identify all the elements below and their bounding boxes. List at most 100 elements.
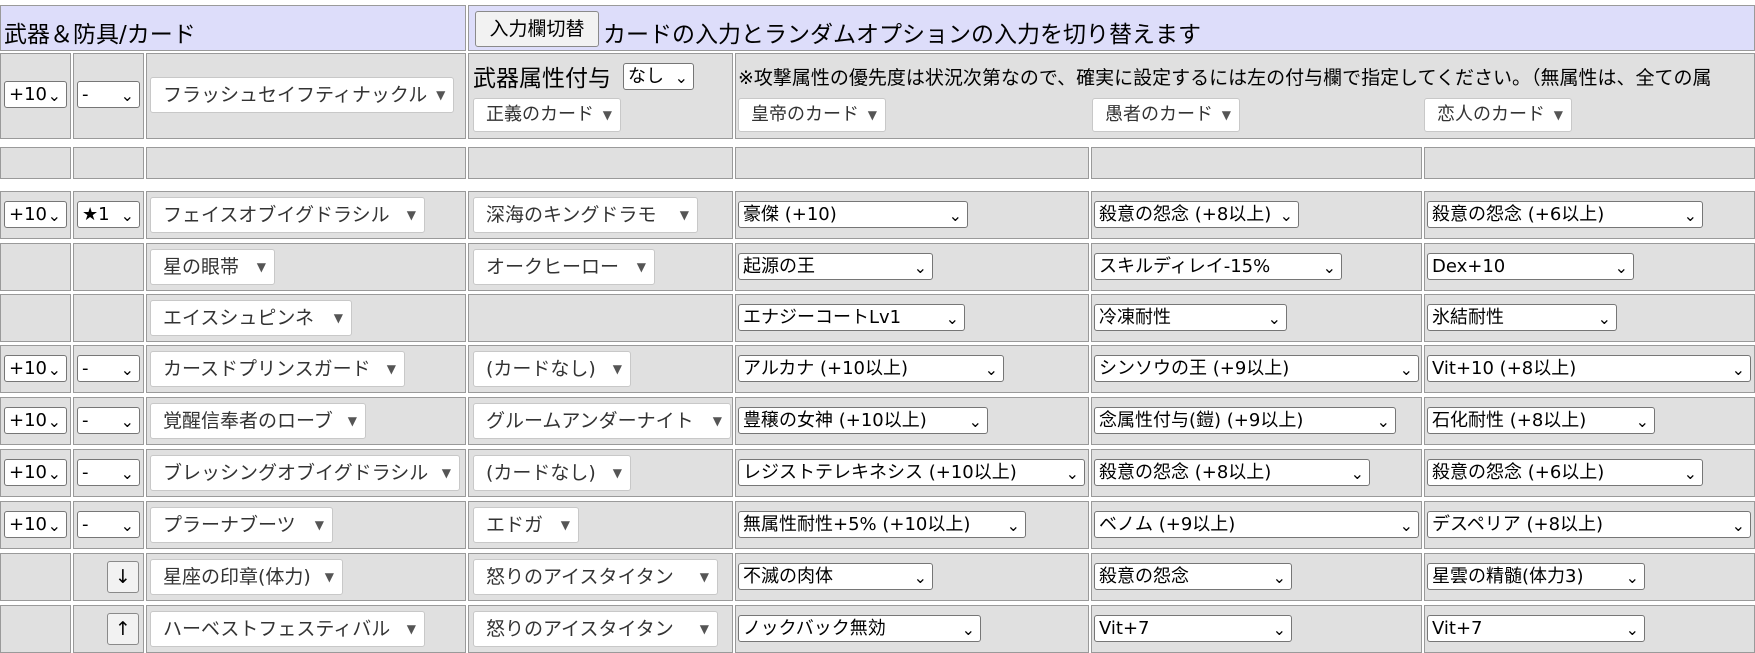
toggle-cell: 入力欄切替 カードの入力とランダムオプションの入力を切り替えます [468,5,1755,51]
weapon-name-dropdown[interactable]: フラッシュセイフティナックル ▼ [150,77,455,113]
equipment-name-dropdown[interactable]: カースドプリンスガード ▼ [150,351,405,387]
equipment-name-dropdown[interactable]: ブレッシングオブイグドラシル ▼ [150,455,460,491]
random-option-select[interactable]: エナジーコートLv1 ⌄ [738,304,965,331]
equipment-name-dropdown[interactable]: エイスシュピンネ ▼ [150,300,352,336]
random-option-select[interactable]: スキルディレイ-15% ⌄ [1094,253,1342,280]
chevron-down-icon: ⌄ [47,206,61,225]
random-option-value: Dex+10 [1432,256,1506,277]
random-option-select[interactable]: 豊穣の女神 (+10以上) ⌄ [738,407,988,434]
card-dropdown[interactable]: (カードなし) ▼ [473,351,631,387]
move-down-button[interactable]: ↓ [107,561,139,593]
random-option-select[interactable]: レジストテレキネシス (+10以上) ⌄ [738,459,1085,486]
weapon-refine-cell: +10 ⌄ [0,53,71,139]
grade-value: ★1 [82,204,110,225]
equipment-name-dropdown[interactable]: 星の眼帯 ▼ [150,249,275,285]
equipment-name-dropdown[interactable]: 覚醒信奉者のローブ ▼ [150,403,366,439]
grade-select[interactable]: - ⌄ [77,459,140,486]
random-option-select[interactable]: 石化耐性 (+8以上) ⌄ [1427,407,1655,434]
move-up-button[interactable]: ↑ [107,613,139,645]
card-dropdown[interactable]: (カードなし) ▼ [473,455,631,491]
weapon-refine-value: +10 [9,84,47,105]
arrow-up-icon: ↑ [115,618,131,640]
random-option-cell: デスペリア (+8以上) ⌄ [1424,501,1755,549]
random-option-cell: Vit+7 ⌄ [1424,605,1755,653]
equipment-name-dropdown[interactable]: ハーベストフェスティバル ▼ [150,611,425,647]
weapon-card-3[interactable]: 愚者のカード ▼ [1092,98,1240,132]
random-option-select[interactable]: 念属性付与(鎧) (+9以上) ⌄ [1094,407,1396,434]
refine-select[interactable]: +10 ⌄ [4,201,67,228]
weapon-card-2[interactable]: 皇帝のカード ▼ [738,98,886,132]
card-dropdown[interactable]: 怒りのアイスタイタン ▼ [473,559,718,595]
card-dropdown[interactable]: グルームアンダーナイト ▼ [473,403,731,439]
random-option-select[interactable]: 殺意の怨念 (+6以上) ⌄ [1427,459,1703,486]
random-option-cell: 豊穣の女神 (+10以上) ⌄ [735,397,1089,445]
weapon-grade-select[interactable]: - ⌄ [77,81,140,108]
random-option-select[interactable]: 殺意の怨念 (+8以上) ⌄ [1094,459,1370,486]
random-option-select[interactable]: 殺意の怨念 (+6以上) ⌄ [1427,201,1703,228]
grade-select[interactable]: - ⌄ [77,511,140,538]
refine-cell [0,294,71,342]
random-option-select[interactable]: Dex+10 ⌄ [1427,253,1634,280]
random-option-select[interactable]: 氷結耐性 ⌄ [1427,304,1617,331]
grade-select[interactable]: - ⌄ [77,407,140,434]
random-option-select[interactable]: Vit+7 ⌄ [1427,615,1645,642]
refine-select[interactable]: +10 ⌄ [4,407,67,434]
random-option-select[interactable]: 冷凍耐性 ⌄ [1094,304,1287,331]
weapon-element-value: なし [628,66,664,87]
weapon-note: ※攻撃属性の優先度は状況次第なので、確実に設定するには左の付与欄で指定してくださ… [738,67,1712,89]
weapon-card-4[interactable]: 恋人のカード ▼ [1424,98,1572,132]
equipment-row: +10 ⌄ - ⌄ ブレッシングオブイグドラシル ▼ (カードなし) ▼ レジストテレキネシス … [0,449,1755,497]
chevron-down-icon: ⌄ [47,86,61,105]
chevron-down-icon: ⌄ [120,412,134,431]
refine-select[interactable]: +10 ⌄ [4,459,67,486]
random-option-select[interactable]: 起源の王 ⌄ [738,253,933,280]
card-dropdown[interactable]: 深海のキングドラモ ▼ [473,197,698,233]
random-option-select[interactable]: 豪傑 (+10) ⌄ [738,201,968,228]
card-dropdown[interactable]: エドガ ▼ [473,507,579,543]
equipment-name-cell: 星座の印章(体力) ▼ [146,553,466,601]
random-option-value: 氷結耐性 [1432,307,1504,328]
weapon-card-2-label: 皇帝のカード [751,104,859,125]
random-option-select[interactable]: 星雲の精髄(体力3) ⌄ [1427,563,1645,590]
equipment-name-dropdown[interactable]: 星座の印章(体力) ▼ [150,559,343,595]
section-title: 武器＆防具/カード [4,22,196,48]
grade-select[interactable]: ★1 ⌄ [77,201,140,228]
refine-select[interactable]: +10 ⌄ [4,511,67,538]
random-option-cell: 石化耐性 (+8以上) ⌄ [1424,397,1755,445]
random-option-value: レジストテレキネシス (+10以上) [743,462,1017,483]
refine-select[interactable]: +10 ⌄ [4,355,67,382]
grade-cell [73,294,144,342]
weapon-refine-select[interactable]: +10 ⌄ [4,81,67,108]
random-option-select[interactable]: 無属性耐性+5% (+10以上) ⌄ [738,511,1026,538]
random-option-select[interactable]: 殺意の怨念 ⌄ [1094,563,1292,590]
weapon-card-1[interactable]: 正義のカード ▼ [473,98,621,132]
weapon-element-select[interactable]: なし ⌄ [623,63,694,90]
toggle-input-button[interactable]: 入力欄切替 [475,11,599,47]
section-title-cell: 武器＆防具/カード [0,5,466,51]
random-option-select[interactable]: 不滅の肉体 ⌄ [738,563,933,590]
card-dropdown[interactable]: オークヒーロー ▼ [473,249,655,285]
random-option-select[interactable]: デスペリア (+8以上) ⌄ [1427,511,1751,538]
random-option-cell: 念属性付与(鎧) (+9以上) ⌄ [1091,397,1422,445]
refine-cell: +10 ⌄ [0,191,71,239]
equipment-name-dropdown[interactable]: フェイスオブイグドラシル ▼ [150,197,425,233]
caret-down-icon: ▼ [867,108,877,122]
refine-value: +10 [9,204,47,225]
equipment-name-dropdown[interactable]: プラーナブーツ ▼ [150,507,333,543]
weapon-note-cell: ※攻撃属性の優先度は状況次第なので、確実に設定するには左の付与欄で指定してくださ… [735,53,1755,139]
refine-cell: +10 ⌄ [0,345,71,393]
random-option-select[interactable]: シンソウの王 (+9以上) ⌄ [1094,355,1419,382]
grade-select[interactable]: - ⌄ [77,355,140,382]
random-option-select[interactable]: アルカナ (+10以上) ⌄ [738,355,1004,382]
random-option-select[interactable]: Vit+10 (+8以上) ⌄ [1427,355,1751,382]
equipment-row: 星の眼帯 ▼ オークヒーロー ▼ 起源の王 ⌄ スキルディレイ-15% ⌄ Dex+10 ⌄ [0,243,1755,291]
random-option-select[interactable]: ノックバック無効 ⌄ [738,615,981,642]
header-row: 武器＆防具/カード 入力欄切替 カードの入力とランダムオプションの入力を切り替え… [0,5,1755,51]
card-dropdown[interactable]: 怒りのアイスタイタン ▼ [473,611,718,647]
random-option-select[interactable]: ベノム (+9以上) ⌄ [1094,511,1419,538]
refine-value: +10 [9,358,47,379]
random-option-select[interactable]: Vit+7 ⌄ [1094,615,1292,642]
refine-cell: +10 ⌄ [0,449,71,497]
random-option-select[interactable]: 殺意の怨念 (+8以上) ⌄ [1094,201,1299,228]
chevron-down-icon: ⌄ [47,412,61,431]
